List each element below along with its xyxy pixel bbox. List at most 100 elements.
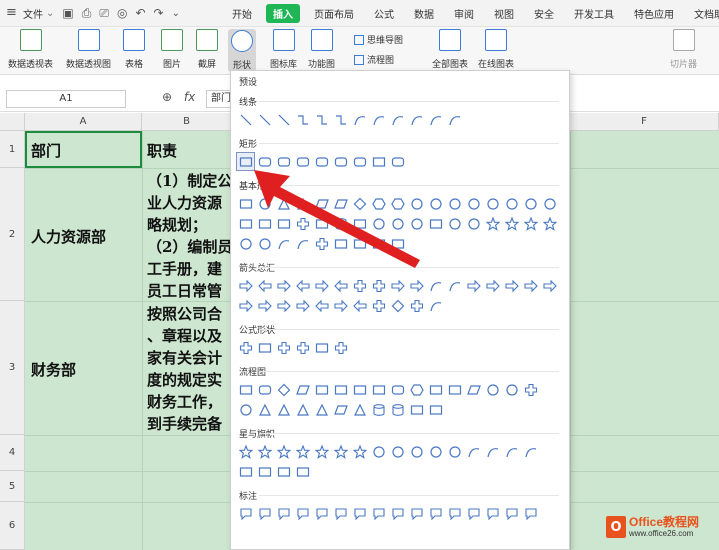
mindmap-button[interactable]: 思维导图 (354, 33, 403, 46)
rectangle-shape-icon[interactable] (351, 153, 368, 170)
line-shape-icon[interactable] (351, 111, 368, 128)
flowchart-shape-icon[interactable] (351, 381, 368, 398)
arrow-shape-icon[interactable] (541, 277, 558, 294)
basic-shape-icon[interactable] (275, 235, 292, 252)
tab-view[interactable]: 视图 (488, 6, 520, 21)
rectangle-shape-icon[interactable] (294, 153, 311, 170)
tab-review[interactable]: 审阅 (448, 6, 480, 21)
line-shape-icon[interactable] (294, 111, 311, 128)
flowchart-shape-icon[interactable] (256, 401, 273, 418)
flowchart-shape-icon[interactable] (503, 381, 520, 398)
row-header-1[interactable]: 1 (0, 131, 25, 168)
flowchart-shape-icon[interactable] (408, 401, 425, 418)
star-shape-icon[interactable] (313, 443, 330, 460)
basic-shape-icon[interactable] (408, 215, 425, 232)
tab-doc-helper[interactable]: 文档助 (688, 6, 719, 21)
callout-shape-icon[interactable] (522, 505, 539, 522)
star-shape-icon[interactable] (275, 443, 292, 460)
arrow-shape-icon[interactable] (294, 297, 311, 314)
basic-shape-icon[interactable] (484, 215, 501, 232)
arrow-shape-icon[interactable] (465, 277, 482, 294)
callout-shape-icon[interactable] (275, 505, 292, 522)
pivot-chart-button[interactable]: 数据透视图 (66, 29, 111, 70)
icon-library-button[interactable]: 图标库 (270, 29, 297, 70)
star-shape-icon[interactable] (294, 443, 311, 460)
callout-shape-icon[interactable] (446, 505, 463, 522)
rectangle-shape-icon[interactable] (256, 153, 273, 170)
star-shape-icon[interactable] (237, 443, 254, 460)
equation-shape-icon[interactable] (332, 339, 349, 356)
rectangle-shape-icon[interactable] (313, 153, 330, 170)
flowchart-shape-icon[interactable] (313, 401, 330, 418)
basic-shape-icon[interactable] (427, 195, 444, 212)
row-header-2[interactable]: 2 (0, 168, 25, 301)
flowchart-shape-icon[interactable] (370, 381, 387, 398)
flowchart-shape-icon[interactable] (389, 401, 406, 418)
callout-shape-icon[interactable] (256, 505, 273, 522)
flowchart-shape-icon[interactable] (351, 401, 368, 418)
row-header-4[interactable]: 4 (0, 435, 25, 471)
basic-shape-icon[interactable] (408, 195, 425, 212)
basic-shape-icon[interactable] (275, 215, 292, 232)
arrow-shape-icon[interactable] (370, 297, 387, 314)
callout-shape-icon[interactable] (389, 505, 406, 522)
rectangle-shape-icon[interactable] (236, 152, 255, 171)
arrow-shape-icon[interactable] (332, 277, 349, 294)
basic-shape-icon[interactable] (351, 215, 368, 232)
basic-shape-icon[interactable] (237, 195, 254, 212)
online-chart-button[interactable]: 在线图表 (478, 29, 514, 70)
basic-shape-icon[interactable] (332, 235, 349, 252)
column-header-f[interactable]: F (570, 113, 719, 131)
line-shape-icon[interactable] (313, 111, 330, 128)
arrow-shape-icon[interactable] (237, 277, 254, 294)
shapes-button[interactable]: 形状 (228, 29, 256, 72)
save-icon[interactable]: ▣ (62, 6, 73, 20)
arrow-shape-icon[interactable] (256, 297, 273, 314)
flowchart-shape-icon[interactable] (294, 381, 311, 398)
equation-shape-icon[interactable] (237, 339, 254, 356)
line-shape-icon[interactable] (256, 111, 273, 128)
flowchart-shape-icon[interactable] (446, 381, 463, 398)
callout-shape-icon[interactable] (313, 505, 330, 522)
callout-shape-icon[interactable] (332, 505, 349, 522)
all-charts-button[interactable]: 全部图表 (432, 29, 468, 70)
column-header-b[interactable]: B (142, 113, 232, 131)
print-icon[interactable]: ⎚ (99, 6, 109, 21)
tab-data[interactable]: 数据 (408, 6, 440, 21)
zoom-icon[interactable]: ⊕ (162, 90, 172, 104)
arrow-shape-icon[interactable] (313, 277, 330, 294)
arrow-shape-icon[interactable] (389, 297, 406, 314)
arrow-shape-icon[interactable] (522, 277, 539, 294)
flowchart-shape-icon[interactable] (237, 401, 254, 418)
star-shape-icon[interactable] (484, 443, 501, 460)
rectangle-shape-icon[interactable] (389, 153, 406, 170)
basic-shape-icon[interactable] (503, 195, 520, 212)
basic-shape-icon[interactable] (294, 215, 311, 232)
screenshot-button[interactable]: 截屏 (196, 29, 218, 70)
basic-shape-icon[interactable] (389, 195, 406, 212)
cell-b2[interactable]: （1）制定公 业人力资源 略规划； （2）编制员 工手册，建 员工日常管 (147, 170, 232, 302)
basic-shape-icon[interactable] (465, 195, 482, 212)
flowchart-shape-icon[interactable] (256, 381, 273, 398)
line-shape-icon[interactable] (427, 111, 444, 128)
equation-shape-icon[interactable] (294, 339, 311, 356)
flowchart-shape-icon[interactable] (522, 381, 539, 398)
basic-shape-icon[interactable] (484, 195, 501, 212)
fx-label[interactable]: fx (184, 90, 195, 104)
arrow-shape-icon[interactable] (294, 277, 311, 294)
table-button[interactable]: 表格 (123, 29, 145, 70)
basic-shape-icon[interactable] (237, 215, 254, 232)
flowchart-shape-icon[interactable] (237, 381, 254, 398)
arrow-shape-icon[interactable] (351, 277, 368, 294)
basic-shape-icon[interactable] (370, 215, 387, 232)
tab-special[interactable]: 特色应用 (628, 6, 680, 21)
arrow-shape-icon[interactable] (389, 277, 406, 294)
tab-home[interactable]: 开始 (226, 6, 258, 21)
callout-shape-icon[interactable] (503, 505, 520, 522)
tab-developer[interactable]: 开发工具 (568, 6, 620, 21)
star-shape-icon[interactable] (465, 443, 482, 460)
basic-shape-icon[interactable] (351, 235, 368, 252)
cell-b1[interactable]: 职责 (147, 140, 177, 161)
flowchart-shape-icon[interactable] (275, 381, 292, 398)
tab-security[interactable]: 安全 (528, 6, 560, 21)
